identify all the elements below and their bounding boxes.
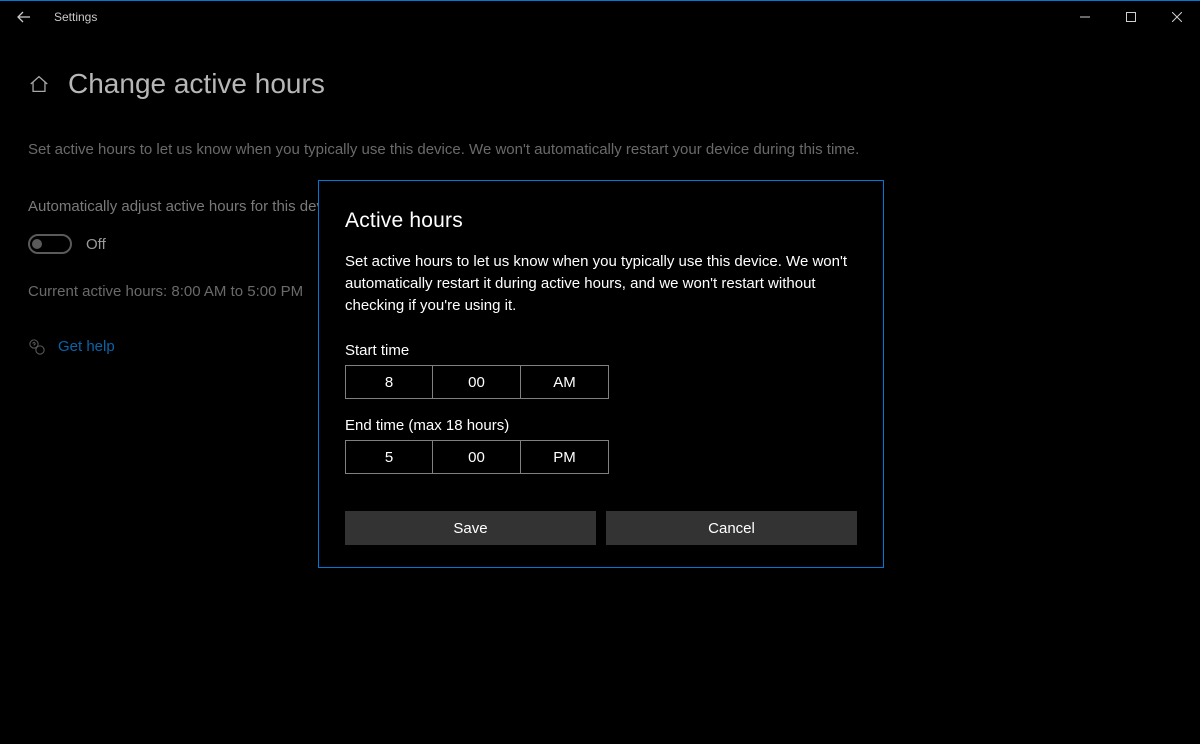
app-title: Settings — [54, 10, 97, 24]
end-period-field[interactable]: PM — [521, 440, 609, 474]
get-help-link[interactable]: Get help — [58, 335, 115, 358]
home-icon[interactable] — [28, 73, 50, 95]
dialog-title: Active hours — [345, 209, 857, 233]
end-minute-field[interactable]: 00 — [433, 440, 521, 474]
minimize-button[interactable] — [1062, 1, 1108, 33]
page-header: Change active hours — [28, 68, 1200, 100]
auto-adjust-toggle[interactable] — [28, 234, 72, 254]
active-hours-dialog: Active hours Set active hours to let us … — [318, 180, 884, 568]
page-description: Set active hours to let us know when you… — [28, 138, 928, 161]
start-time-label: Start time — [345, 342, 857, 359]
back-button[interactable] — [0, 1, 48, 33]
end-hour-field[interactable]: 5 — [345, 440, 433, 474]
close-button[interactable] — [1154, 1, 1200, 33]
cancel-button[interactable]: Cancel — [606, 511, 857, 545]
start-hour-field[interactable]: 8 — [345, 365, 433, 399]
start-period-field[interactable]: AM — [521, 365, 609, 399]
dialog-description: Set active hours to let us know when you… — [345, 251, 857, 316]
end-time-picker: 5 00 PM — [345, 440, 857, 474]
save-button[interactable]: Save — [345, 511, 596, 545]
maximize-button[interactable] — [1108, 1, 1154, 33]
end-time-label: End time (max 18 hours) — [345, 417, 857, 434]
page-title: Change active hours — [68, 68, 325, 100]
maximize-icon — [1126, 12, 1136, 22]
start-time-picker: 8 00 AM — [345, 365, 857, 399]
toggle-knob — [32, 239, 42, 249]
titlebar: Settings — [0, 0, 1200, 32]
help-icon — [28, 338, 46, 356]
minimize-icon — [1080, 12, 1090, 22]
close-icon — [1172, 12, 1182, 22]
start-minute-field[interactable]: 00 — [433, 365, 521, 399]
arrow-left-icon — [16, 9, 32, 25]
toggle-state-label: Off — [86, 233, 106, 256]
